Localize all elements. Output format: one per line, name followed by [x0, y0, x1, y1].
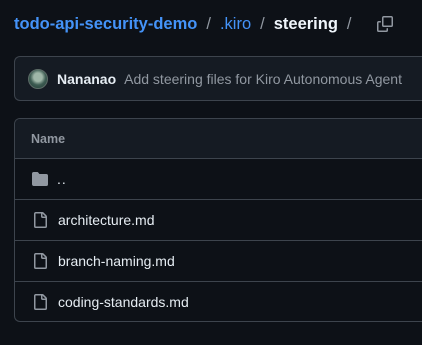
file-name-link[interactable]: architecture.md	[58, 212, 154, 228]
table-row[interactable]: branch-naming.md	[15, 241, 422, 282]
breadcrumb-current: steering	[273, 14, 338, 33]
breadcrumb-repo-link[interactable]: todo-api-security-demo	[14, 15, 197, 34]
file-name-link[interactable]: coding-standards.md	[58, 294, 189, 310]
avatar[interactable]	[28, 68, 48, 89]
breadcrumb: todo-api-security-demo / .kiro / steerin…	[14, 12, 397, 36]
copy-path-button[interactable]	[373, 12, 397, 36]
file-icon	[32, 253, 48, 269]
breadcrumb-separator: /	[206, 14, 211, 33]
file-name-link[interactable]: branch-naming.md	[58, 253, 175, 269]
latest-commit-bar: Nananao Add steering files for Kiro Auto…	[14, 56, 422, 101]
file-browser-page: todo-api-security-demo / .kiro / steerin…	[0, 0, 422, 345]
commit-author-link[interactable]: Nananao	[57, 71, 116, 87]
column-header-name: Name	[31, 131, 66, 146]
table-row[interactable]: coding-standards.md	[15, 282, 422, 321]
breadcrumb-separator: /	[346, 14, 352, 33]
breadcrumb-folder-link[interactable]: .kiro	[220, 15, 251, 34]
commit-message-link[interactable]: Add steering files for Kiro Autonomous A…	[124, 71, 402, 87]
file-icon	[32, 294, 48, 310]
table-header: Name	[15, 119, 422, 159]
folder-icon	[32, 171, 48, 187]
table-row[interactable]: architecture.md	[15, 200, 422, 241]
parent-directory-link[interactable]: ..	[57, 171, 67, 187]
file-icon	[32, 212, 48, 228]
file-table: Name .. architecture.md branch-naming.md…	[14, 118, 422, 322]
parent-directory-row[interactable]: ..	[15, 159, 422, 200]
copy-icon	[376, 16, 393, 32]
breadcrumb-separator: /	[260, 14, 265, 33]
